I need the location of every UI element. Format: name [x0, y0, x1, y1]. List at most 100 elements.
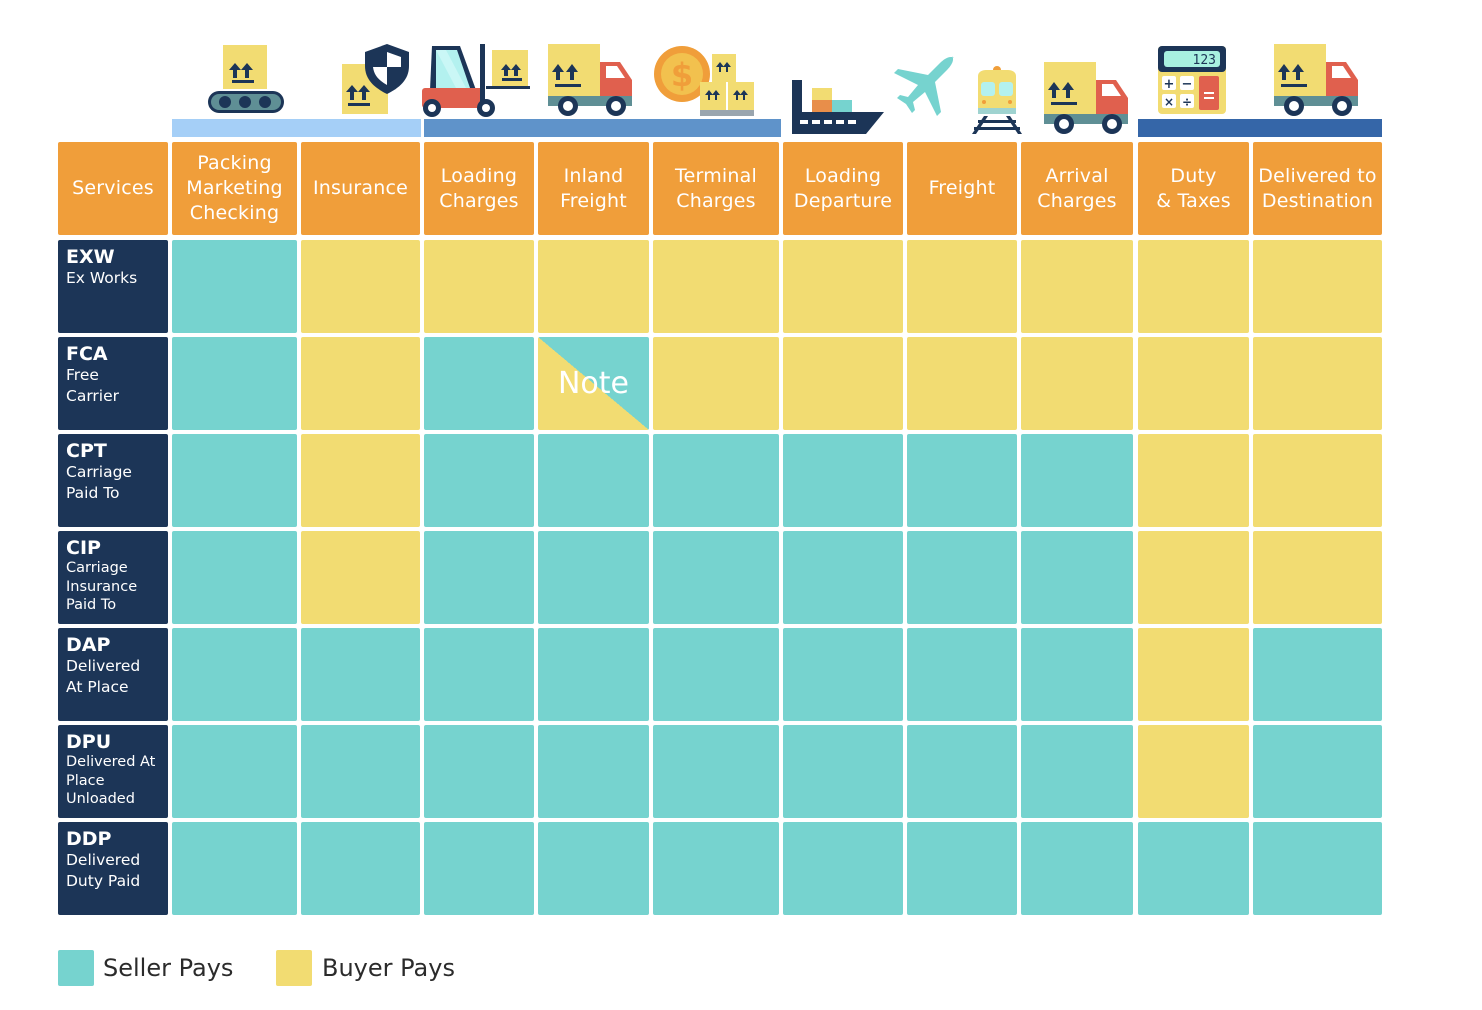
row-name: Delivered Duty Paid	[66, 851, 141, 890]
header-col-duty-taxes: Duty & Taxes	[1138, 142, 1249, 235]
svg-text:−: −	[1182, 77, 1193, 92]
grid-cell-cpt-8-buyer	[1138, 434, 1249, 527]
grid-cell-cpt-0-seller	[172, 434, 297, 527]
grid-cell-fca-1-buyer	[301, 337, 420, 430]
grid-cell-cpt-2-seller	[424, 434, 534, 527]
grid-cell-fca-5-buyer	[783, 337, 903, 430]
row-label-ddp: DDP Delivered Duty Paid	[58, 822, 168, 915]
grid-cell-dpu-2-seller	[424, 725, 534, 818]
header-col-insurance: Insurance	[301, 142, 420, 235]
header-col-delivered-destination: Delivered to Destination	[1253, 142, 1382, 235]
grid-cell-ddp-0-seller	[172, 822, 297, 915]
row-code: DPU	[66, 731, 112, 753]
grid-cell-fca-2-seller	[424, 337, 534, 430]
row-label-dap: DAP Delivered At Place	[58, 628, 168, 721]
box-on-conveyor-icon	[208, 45, 284, 113]
header-col-packing: Packing Marketing Checking	[172, 142, 297, 235]
group-bar-origin	[172, 119, 421, 137]
grid-cell-ddp-8-seller	[1138, 822, 1249, 915]
svg-text:÷: ÷	[1182, 95, 1192, 109]
grid-cell-exw-3-buyer	[538, 240, 649, 333]
grid-cell-ddp-7-seller	[1021, 822, 1133, 915]
grid-cell-cip-8-buyer	[1138, 531, 1249, 624]
grid-cell-cip-2-seller	[424, 531, 534, 624]
grid-cell-fca-8-buyer	[1138, 337, 1249, 430]
grid-cell-dap-8-buyer	[1138, 628, 1249, 721]
legend-swatch-seller	[58, 950, 94, 986]
grid-cell-dpu-5-seller	[783, 725, 903, 818]
row-name: Carriage Paid To	[66, 463, 132, 502]
grid-cell-dpu-6-seller	[907, 725, 1017, 818]
grid-cell-exw-9-buyer	[1253, 240, 1382, 333]
svg-text:+: +	[1164, 77, 1175, 92]
legend-label-buyer: Buyer Pays	[322, 954, 455, 982]
grid-cell-fca-4-buyer	[653, 337, 779, 430]
grid-cell-fca-3-note: Note	[538, 337, 649, 430]
grid-cell-exw-0-seller	[172, 240, 297, 333]
grid-cell-dpu-0-seller	[172, 725, 297, 818]
grid-cell-exw-7-buyer	[1021, 240, 1133, 333]
grid-cell-dap-2-seller	[424, 628, 534, 721]
legend-label-seller: Seller Pays	[103, 954, 234, 982]
grid-cell-dpu-1-seller	[301, 725, 420, 818]
grid-cell-dap-0-seller	[172, 628, 297, 721]
grid-cell-dap-9-seller	[1253, 628, 1382, 721]
delivery-truck-icon	[1274, 44, 1358, 116]
grid-cell-cip-6-seller	[907, 531, 1017, 624]
grid-cell-cpt-9-buyer	[1253, 434, 1382, 527]
row-code: EXW	[66, 246, 115, 268]
grid-cell-cip-4-seller	[653, 531, 779, 624]
header-col-freight: Freight	[907, 142, 1017, 235]
row-label-cpt: CPT Carriage Paid To	[58, 434, 168, 527]
grid-cell-exw-2-buyer	[424, 240, 534, 333]
row-code: FCA	[66, 343, 108, 365]
grid-cell-dpu-4-seller	[653, 725, 779, 818]
grid-cell-dap-4-seller	[653, 628, 779, 721]
row-code: CIP	[66, 537, 101, 559]
header-col-inland-freight: Inland Freight	[538, 142, 649, 235]
grid-cell-fca-0-seller	[172, 337, 297, 430]
row-code: DAP	[66, 634, 111, 656]
grid-cell-cip-9-buyer	[1253, 531, 1382, 624]
grid-cell-ddp-1-seller	[301, 822, 420, 915]
group-bar-export	[424, 119, 781, 137]
grid-cell-exw-1-buyer	[301, 240, 420, 333]
grid-cell-fca-7-buyer	[1021, 337, 1133, 430]
row-name: Free Carrier	[66, 366, 120, 405]
grid-cell-dap-1-seller	[301, 628, 420, 721]
cargo-ship-icon	[792, 80, 884, 134]
grid-cell-cip-3-seller	[538, 531, 649, 624]
grid-cell-cip-7-seller	[1021, 531, 1133, 624]
legend-swatch-buyer	[276, 950, 312, 986]
row-name: Delivered At Place Unloaded	[66, 754, 156, 807]
grid-cell-ddp-2-seller	[424, 822, 534, 915]
grid-cell-dpu-8-buyer	[1138, 725, 1249, 818]
grid-cell-exw-5-buyer	[783, 240, 903, 333]
grid-cell-cpt-6-seller	[907, 434, 1017, 527]
grid-cell-cip-0-seller	[172, 531, 297, 624]
row-label-cip: CIP Carriage Insurance Paid To	[58, 531, 168, 624]
grid-cell-ddp-4-seller	[653, 822, 779, 915]
row-name: Delivered At Place	[66, 657, 141, 696]
header-services: Services	[58, 142, 168, 235]
row-code: CPT	[66, 440, 107, 462]
grid-cell-cip-1-buyer	[301, 531, 420, 624]
grid-cell-ddp-9-seller	[1253, 822, 1382, 915]
row-label-fca: FCA Free Carrier	[58, 337, 168, 430]
grid-cell-ddp-6-seller	[907, 822, 1017, 915]
grid-cell-dpu-3-seller	[538, 725, 649, 818]
grid-cell-cpt-5-seller	[783, 434, 903, 527]
row-code: DDP	[66, 828, 112, 850]
header-col-loading-departure: Loading Departure	[783, 142, 903, 235]
row-name: Carriage Insurance Paid To	[66, 560, 138, 613]
train-icon	[972, 66, 1022, 134]
grid-cell-cpt-7-seller	[1021, 434, 1133, 527]
group-bar-import	[1138, 119, 1382, 137]
grid-cell-ddp-5-seller	[783, 822, 903, 915]
grid-cell-exw-8-buyer	[1138, 240, 1249, 333]
delivery-truck-icon	[548, 44, 632, 116]
grid-cell-dap-5-seller	[783, 628, 903, 721]
box-with-shield-icon	[342, 44, 409, 114]
forklift-icon	[422, 44, 530, 117]
grid-cell-dap-3-seller	[538, 628, 649, 721]
